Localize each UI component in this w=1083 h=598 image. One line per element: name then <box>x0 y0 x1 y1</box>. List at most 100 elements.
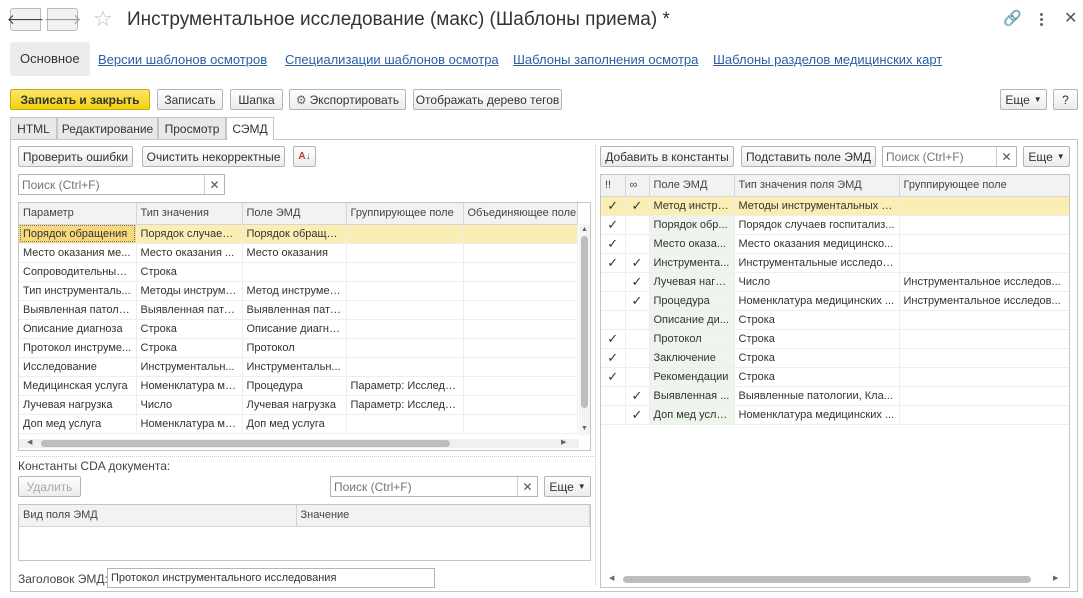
column-header[interactable]: Группирующее поле <box>899 175 1069 197</box>
table-cell: Место оказания ме... <box>19 243 137 263</box>
clear-incorrect-button[interactable]: Очистить некорректные <box>142 146 285 167</box>
grouping-field-cell <box>899 348 1069 368</box>
grouping-field-cell: Инструментальное исследов... <box>899 291 1069 311</box>
table-row[interactable]: Протокол инструме... Строка Протокол <box>19 338 578 358</box>
more-button[interactable]: Еще ▼ <box>1000 89 1047 110</box>
save-and-close-button[interactable]: Записать и закрыть <box>10 89 150 110</box>
add-to-constants-button[interactable]: Добавить в константы <box>600 146 734 167</box>
linked-checkmark-icon <box>625 348 650 368</box>
left-hscroll-thumb[interactable] <box>41 440 450 447</box>
forward-button[interactable]: 🡒 <box>44 8 81 31</box>
column-header[interactable]: Поле ЭМД <box>649 175 735 197</box>
table-row[interactable]: ✓ Рекомендации Строка <box>601 367 1069 387</box>
left-vscrollbar[interactable]: ▲ ▼ <box>579 224 590 435</box>
table-cell <box>346 300 464 320</box>
table-cell: Выявленная пато... <box>136 300 243 320</box>
table-row[interactable]: ✓ Лучевая нагр... Число Инструментальное ис… <box>601 272 1069 292</box>
value-type-cell: Число <box>734 272 900 292</box>
table-row[interactable]: ✓ Протокол Строка <box>601 329 1069 349</box>
left-hscrollbar[interactable]: ◀ ▶ <box>19 439 579 448</box>
value-type-cell: Строка <box>734 310 900 330</box>
tab-editing[interactable]: Редактирование <box>57 117 158 139</box>
column-header[interactable]: !! <box>601 175 626 197</box>
table-row[interactable]: Лучевая нагрузка Число Лучевая нагрузка Пар… <box>19 395 578 415</box>
emd-header-field[interactable]: Протокол инструментального исследования <box>107 568 435 588</box>
column-header[interactable]: ∞ <box>625 175 650 197</box>
tab-exam-fill-templates[interactable]: Шаблоны заполнения осмотра <box>513 52 698 67</box>
table-row[interactable]: Порядок обращения Порядок случаев ... Поря… <box>19 224 578 244</box>
clear-search-icon[interactable]: ✕ <box>204 175 224 194</box>
linked-checkmark-icon <box>625 215 650 235</box>
table-row[interactable]: ✓ ✓ Метод инстру... Методы инструментальных… <box>601 196 1069 216</box>
value-type-cell: Строка <box>734 367 900 387</box>
required-checkmark-icon <box>601 291 626 311</box>
column-header[interactable]: Тип значения поля ЭМД <box>734 175 900 197</box>
table-row[interactable]: ✓ Процедура Номенклатура медицинских ... Ин… <box>601 291 1069 311</box>
favorite-star-icon[interactable]: ☆ <box>93 6 113 32</box>
column-header[interactable]: Объединяющее поле <box>463 203 578 225</box>
constants-search-input[interactable] <box>331 477 517 496</box>
table-cell: Описание диагноза <box>19 319 137 339</box>
substitute-emd-field-button[interactable]: Подставить поле ЭМД <box>741 146 876 167</box>
linked-checkmark-icon <box>625 367 650 387</box>
help-button[interactable]: ? <box>1053 89 1078 110</box>
export-button[interactable]: ⚙ Экспортировать <box>289 89 406 110</box>
table-row[interactable]: Тип инструменталь... Методы инструме... Ме… <box>19 281 578 301</box>
right-search-input[interactable] <box>883 147 996 166</box>
tab-main[interactable]: Основное <box>10 42 90 76</box>
table-row[interactable]: ✓ Выявленная ... Выявленные патологии, Кла… <box>601 386 1069 406</box>
table-row[interactable]: ✓ ✓ Инструмента... Инструментальные исследо… <box>601 253 1069 273</box>
link-icon[interactable]: 🔗 <box>1003 9 1022 27</box>
tab-html[interactable]: HTML <box>10 117 57 139</box>
table-row[interactable]: Медицинская услуга Номенклатура ме... Проц… <box>19 376 578 396</box>
tab-semd[interactable]: СЭМД <box>226 117 274 140</box>
save-button[interactable]: Записать <box>157 89 223 110</box>
tab-exam-template-specializations[interactable]: Специализации шаблонов осмотра <box>285 52 499 67</box>
close-icon[interactable]: ✕ <box>1064 8 1077 28</box>
column-header[interactable]: Параметр <box>19 203 137 225</box>
header-button[interactable]: Шапка <box>230 89 283 110</box>
more-menu-icon[interactable] <box>1040 13 1043 26</box>
table-row[interactable]: Доп мед услуга Номенклатура ме... Доп мед … <box>19 414 578 434</box>
column-header[interactable]: Поле ЭМД <box>242 203 347 225</box>
emd-field-cell: Протокол <box>649 329 735 349</box>
table-row[interactable]: Исследование Инструментальн... Инструмента… <box>19 357 578 377</box>
table-cell <box>346 338 464 358</box>
tab-medical-card-section-templates[interactable]: Шаблоны разделов медицинских карт <box>713 52 942 67</box>
right-hscroll-thumb[interactable] <box>623 576 1031 583</box>
column-header[interactable]: Тип значения <box>136 203 243 225</box>
show-tags-tree-button[interactable]: Отображать дерево тегов <box>413 89 562 110</box>
check-errors-button[interactable]: Проверить ошибки <box>18 146 133 167</box>
right-hscrollbar[interactable]: ◀ ▶ <box>601 575 1069 584</box>
table-row[interactable]: Место оказания ме... Место оказания ... Ме… <box>19 243 578 263</box>
back-button[interactable]: 🡐 <box>7 8 44 31</box>
table-row[interactable]: ✓ Порядок обр... Порядок случаев госпитали… <box>601 215 1069 235</box>
clear-constants-search-icon[interactable]: ✕ <box>517 477 537 496</box>
tab-preview[interactable]: Просмотр <box>158 117 226 139</box>
left-search-box: ✕ <box>18 174 225 195</box>
sort-icon[interactable]: A ↓ <box>293 146 316 167</box>
table-cell <box>463 262 578 282</box>
grouping-field-cell <box>899 367 1069 387</box>
right-more-button[interactable]: Еще ▼ <box>1023 146 1070 167</box>
table-cell <box>346 281 464 301</box>
table-row[interactable]: Сопроводительный ... Строка <box>19 262 578 282</box>
delete-button[interactable]: Удалить <box>18 476 81 497</box>
tab-exam-template-versions[interactable]: Версии шаблонов осмотров <box>98 52 267 67</box>
table-row[interactable]: Описание диагноза Строка Описание диагно..… <box>19 319 578 339</box>
column-header[interactable]: Вид поля ЭМД <box>19 505 297 527</box>
left-vscroll-thumb[interactable] <box>581 236 588 408</box>
window-title: Инструментальное исследование (макс) (Ша… <box>127 9 670 30</box>
left-search-input[interactable] <box>19 175 204 194</box>
table-row[interactable]: Описание ди... Строка <box>601 310 1069 330</box>
dropdown-arrow-icon: ▼ <box>1056 152 1065 161</box>
table-row[interactable]: ✓ Заключение Строка <box>601 348 1069 368</box>
column-header[interactable]: Группирующее поле <box>346 203 464 225</box>
table-row[interactable]: ✓ Место оказа... Место оказания медицинско… <box>601 234 1069 254</box>
table-row[interactable]: Выявленная патоло... Выявленная пато... Вы… <box>19 300 578 320</box>
constants-more-button[interactable]: Еще ▼ <box>544 476 591 497</box>
column-header[interactable]: Значение <box>296 505 590 527</box>
clear-right-search-icon[interactable]: ✕ <box>996 147 1016 166</box>
table-row[interactable]: ✓ Доп мед услу... Номенклатура медицинских… <box>601 405 1069 425</box>
table-cell: Строка <box>136 319 243 339</box>
